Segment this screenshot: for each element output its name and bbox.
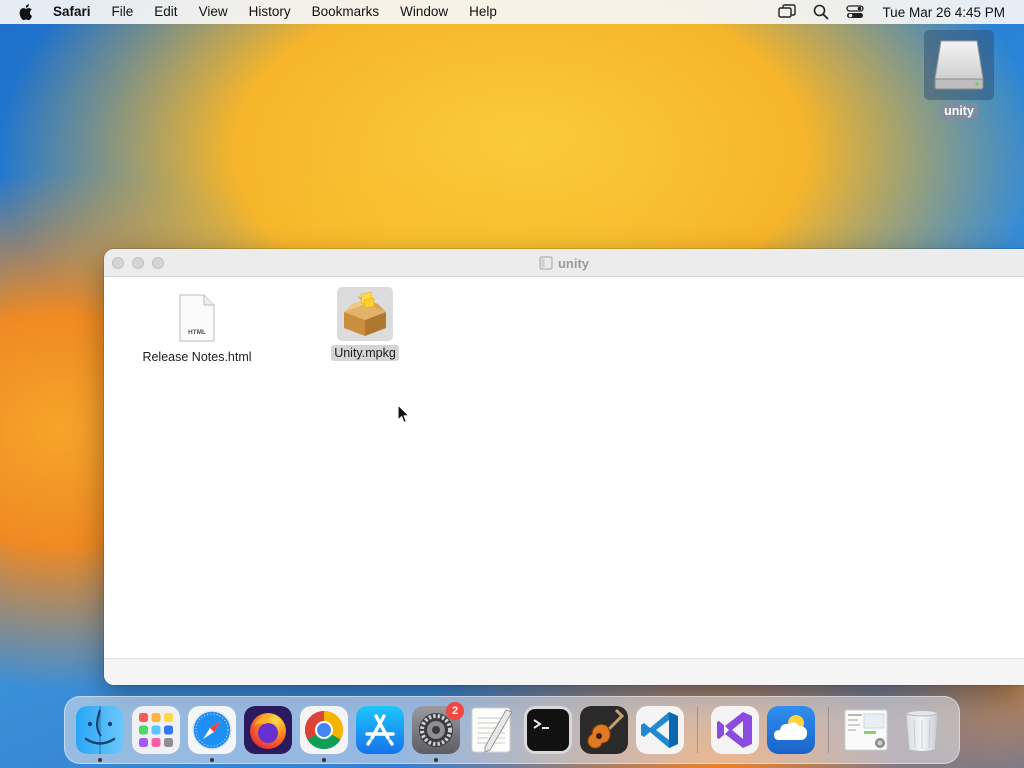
menu-file[interactable]: File [101, 0, 144, 24]
dock-finder[interactable] [76, 706, 124, 762]
vscode-icon [636, 706, 684, 754]
firefox-icon [244, 706, 292, 754]
menu-history[interactable]: History [238, 0, 301, 24]
menu-bar-clock[interactable]: Tue Mar 26 4:45 PM [882, 5, 1005, 20]
running-indicator [322, 758, 326, 762]
dock-terminal[interactable] [524, 706, 572, 754]
dock: 2 [64, 696, 960, 764]
document-thumbnail-icon [844, 709, 888, 751]
menu-edit[interactable]: Edit [144, 0, 188, 24]
running-indicator [434, 758, 438, 762]
desktop-disk-image[interactable]: unity [924, 30, 994, 119]
dock-separator [697, 707, 698, 753]
menu-bookmarks[interactable]: Bookmarks [301, 0, 390, 24]
menu-help[interactable]: Help [459, 0, 508, 24]
dock-trash[interactable] [898, 706, 946, 754]
window-title-text: unity [557, 255, 590, 271]
file-label: Release Notes.html [142, 350, 252, 364]
dock-separator [828, 707, 829, 753]
dock-launchpad[interactable] [132, 706, 180, 754]
launchpad-icon [132, 706, 180, 754]
finder-content[interactable]: HTML Release Notes.html Unity.mpkg [104, 277, 1024, 657]
finder-window: unity HTML Release Notes.html Unity.mpkg [104, 249, 1024, 685]
html-icon-text: HTML [188, 329, 206, 336]
file-label: Unity.mpkg [331, 345, 399, 361]
notification-badge: 2 [446, 702, 464, 720]
dock-recent-document[interactable] [842, 706, 890, 754]
finder-title-bar[interactable]: unity [104, 249, 1024, 277]
file-release-notes[interactable]: HTML Release Notes.html [132, 291, 262, 365]
menu-bar: Safari File Edit View History Bookmarks … [0, 0, 1024, 24]
file-unity-mpkg[interactable]: Unity.mpkg [300, 287, 430, 361]
finder-icon [76, 706, 124, 754]
dock-safari[interactable] [188, 706, 236, 762]
running-indicator [210, 758, 214, 762]
menu-app-safari[interactable]: Safari [51, 0, 101, 24]
menu-window[interactable]: Window [390, 0, 459, 24]
dock-visual-studio[interactable] [711, 706, 759, 754]
external-drive-icon[interactable] [924, 30, 994, 100]
textedit-icon [471, 707, 513, 753]
chrome-icon [300, 706, 348, 754]
garageband-guitar-icon [580, 706, 628, 754]
trash-icon [905, 710, 939, 752]
spotlight-search-icon[interactable] [811, 2, 831, 22]
running-indicator [98, 758, 102, 762]
finder-status-bar [104, 658, 1024, 685]
app-store-icon [356, 706, 404, 754]
dock-textedit[interactable] [468, 706, 516, 754]
drive-label: unity [940, 103, 978, 119]
mouse-cursor-icon [397, 404, 410, 424]
disk-image-icon [539, 256, 553, 270]
html-document-icon[interactable]: HTML [169, 291, 225, 345]
apple-menu-icon[interactable] [17, 0, 37, 24]
package-installer-icon[interactable] [337, 287, 393, 341]
screen-mirroring-icon[interactable] [777, 2, 797, 22]
terminal-icon [524, 706, 572, 754]
weather-cloud-icon [767, 706, 815, 754]
dock-chrome[interactable] [300, 706, 348, 762]
dock-app-store[interactable] [356, 706, 404, 754]
dock-system-settings[interactable]: 2 [412, 702, 464, 762]
safari-compass-icon [188, 706, 236, 754]
dock-garageband[interactable] [580, 706, 628, 754]
window-title: unity [104, 249, 1024, 277]
menu-view[interactable]: View [188, 0, 238, 24]
visual-studio-icon [711, 706, 759, 754]
dock-firefox[interactable] [244, 706, 292, 754]
dock-vscode[interactable] [636, 706, 684, 754]
dock-weather[interactable] [767, 706, 815, 754]
control-center-icon[interactable] [845, 2, 865, 22]
